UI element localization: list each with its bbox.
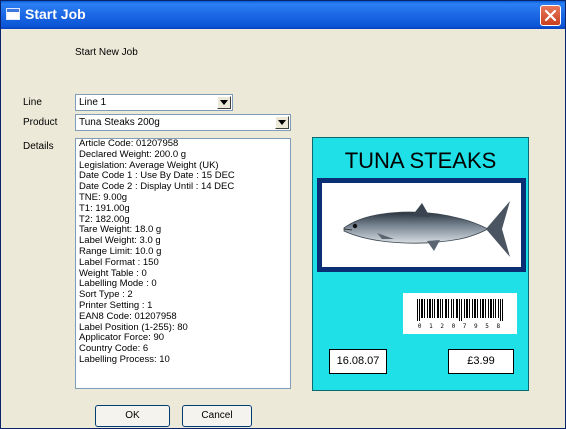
- barcode-bars: [417, 299, 503, 321]
- label-preview: TUNA STEAKS 0 1 2 0 7 9 5 8 16.08.07 £3.…: [312, 137, 529, 391]
- detail-line: T1: 191.00g: [79, 202, 130, 214]
- line-label: Line: [23, 97, 42, 108]
- line-select[interactable]: Line 1: [75, 94, 233, 111]
- detail-line: Declared Weight: 200.0 g: [79, 148, 187, 160]
- ok-button[interactable]: OK: [95, 405, 170, 427]
- dialog-heading: Start New Job: [75, 47, 138, 58]
- detail-line: EAN8 Code: 01207958: [79, 310, 177, 322]
- detail-line: Label Format : 150: [79, 256, 159, 268]
- chevron-down-icon: [278, 120, 286, 125]
- barcode-number: 0 1 2 0 7 9 5 8: [417, 323, 503, 330]
- details-label: Details: [23, 141, 54, 152]
- product-image-frame: [317, 178, 526, 272]
- title-bar[interactable]: Start Job: [1, 1, 565, 29]
- details-textbox[interactable]: Article Code: 01207958 Declared Weight: …: [75, 138, 291, 389]
- cancel-button[interactable]: Cancel: [182, 405, 252, 427]
- detail-line: Labelling Process: 10: [79, 353, 170, 365]
- label-price: £3.99: [448, 349, 514, 374]
- product-dropdown-button[interactable]: [275, 116, 289, 129]
- window-icon: [6, 8, 20, 20]
- label-date: 16.08.07: [329, 349, 387, 374]
- close-icon: [544, 9, 557, 22]
- barcode: 0 1 2 0 7 9 5 8: [403, 293, 517, 334]
- line-select-value: Line 1: [79, 97, 107, 108]
- line-dropdown-button[interactable]: [217, 96, 231, 109]
- product-select[interactable]: Tuna Steaks 200g: [75, 114, 291, 131]
- product-select-value: Tuna Steaks 200g: [79, 117, 160, 128]
- start-job-dialog: Start Job Start New Job Line Line 1 Prod…: [0, 0, 566, 429]
- window-title: Start Job: [25, 6, 86, 22]
- chevron-down-icon: [220, 100, 228, 105]
- product-label: Product: [23, 117, 58, 128]
- label-product-title: TUNA STEAKS: [344, 148, 497, 173]
- product-image: [322, 183, 521, 267]
- fish-icon: [343, 201, 510, 257]
- close-button[interactable]: [540, 5, 561, 26]
